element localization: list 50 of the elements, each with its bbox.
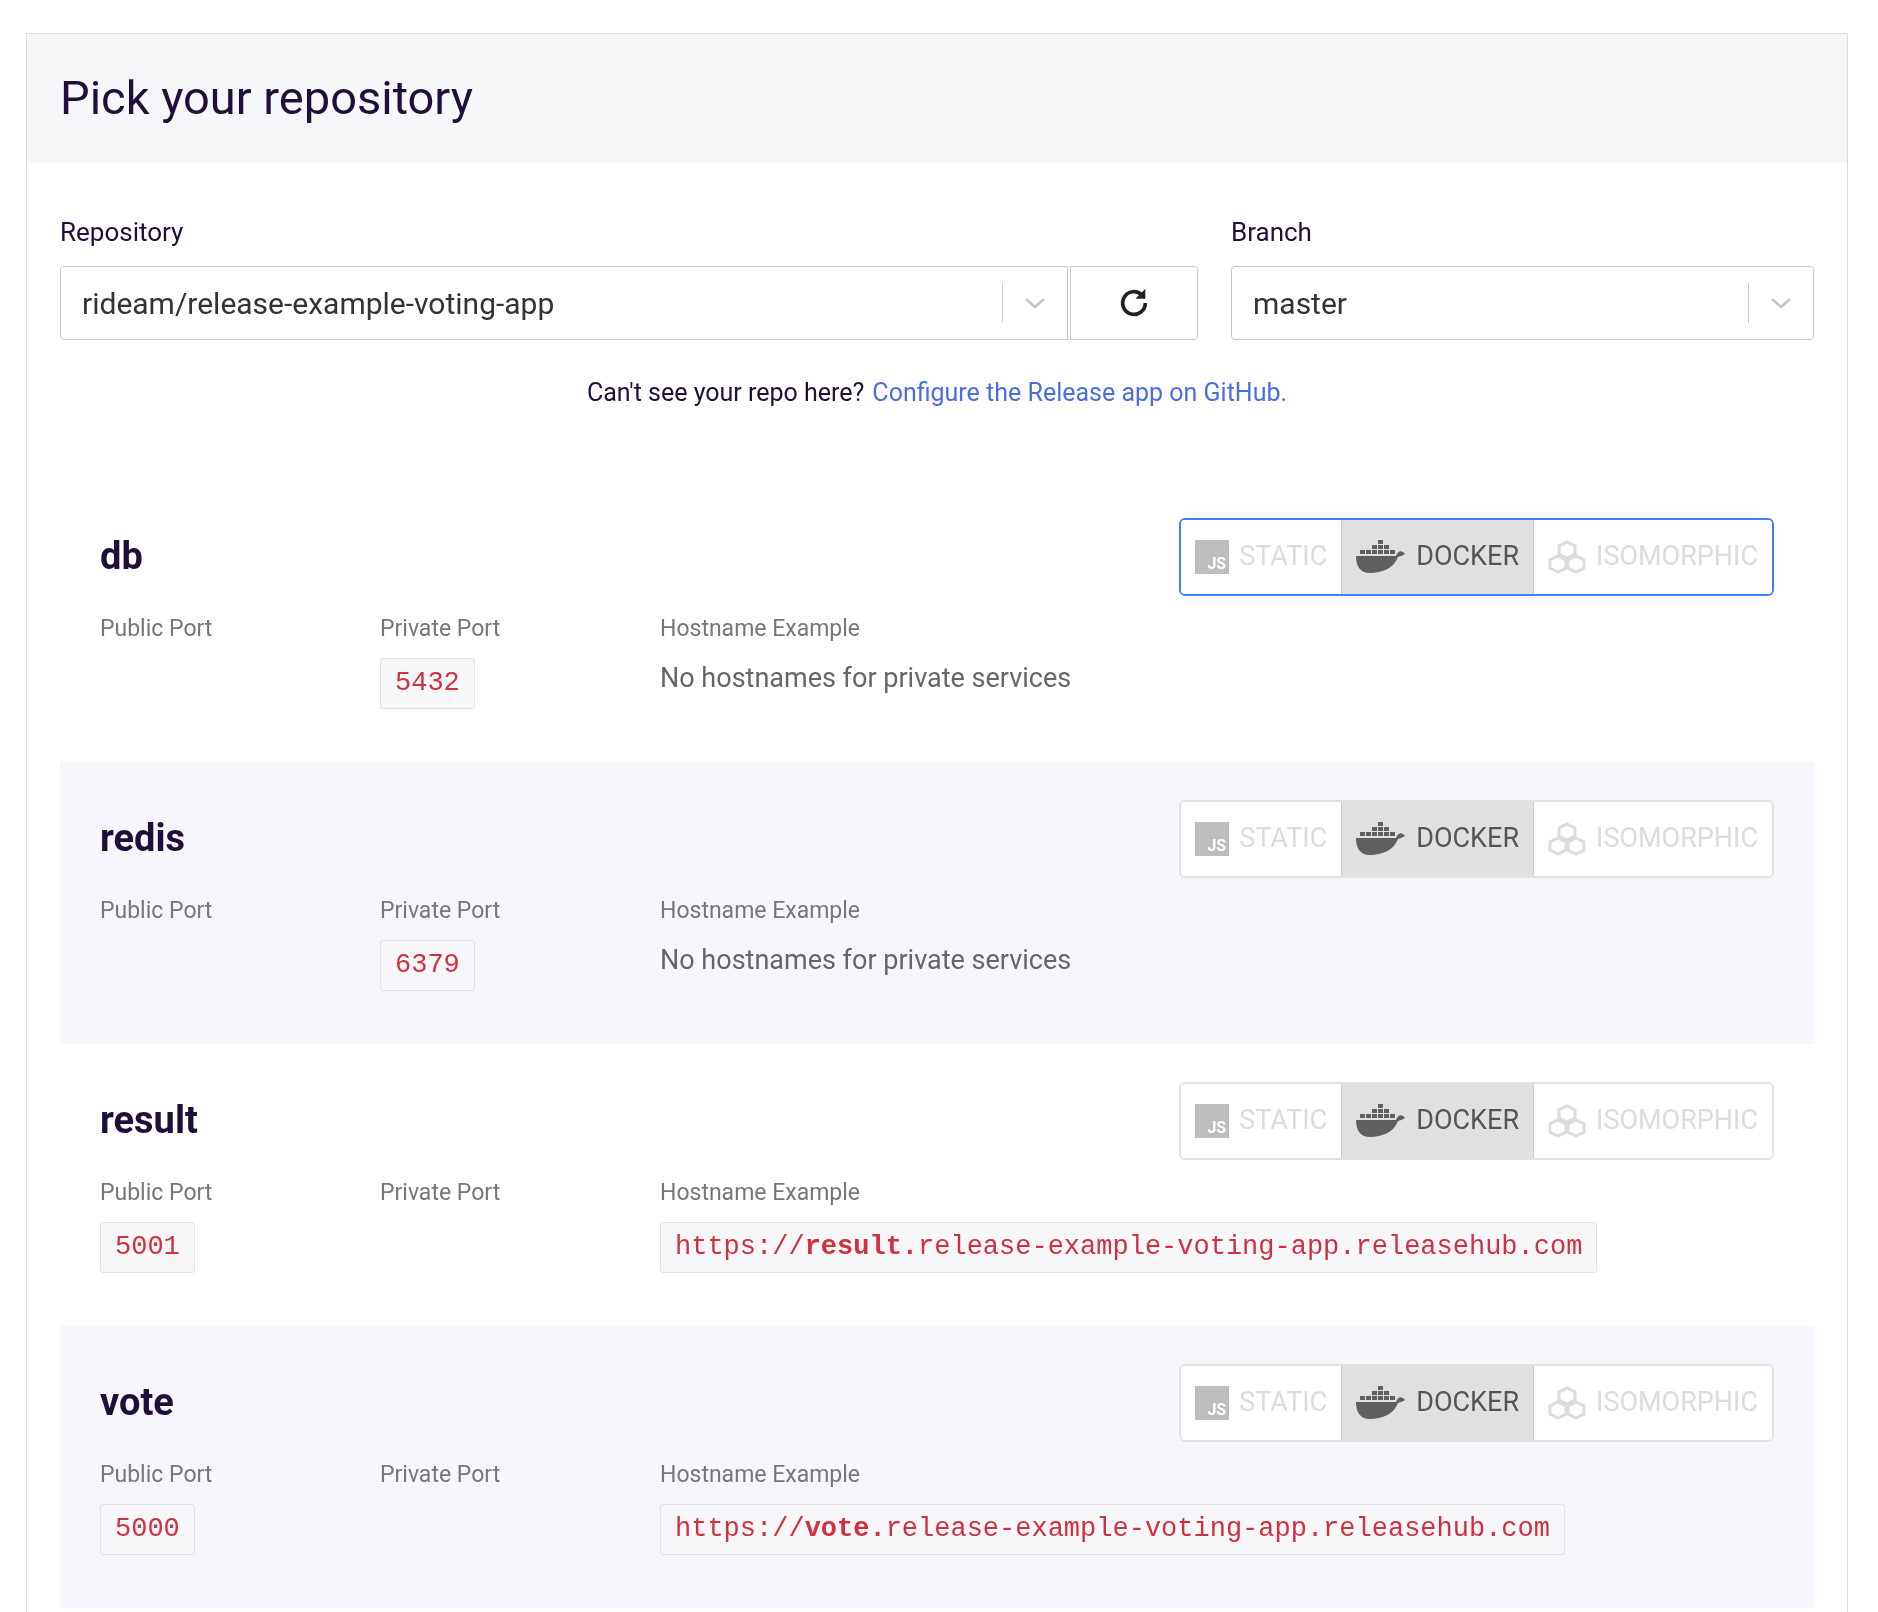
js-logo-icon: JS [1195,1103,1230,1138]
column-label: Public Port [100,1177,213,1208]
port-number: 5000 [100,1504,195,1555]
build-type-option[interactable]: DOCKER [1341,519,1534,594]
repository-select[interactable]: rideam/release-example-voting-app [60,266,1068,340]
service-name: result [100,1097,198,1144]
port-number: 5432 [380,658,475,709]
field-label: Repository [60,216,185,249]
service-name: vote [100,1379,174,1426]
cubes-icon [1548,1103,1587,1138]
port-number: 6379 [380,940,475,991]
chevron-down-icon [1769,296,1793,310]
service-name: redis [100,815,186,862]
branch-select[interactable]: master [1231,266,1814,340]
column-label: Public Port [100,613,213,644]
hostname-note: No hostnames for private services [660,661,1072,696]
column-label: Hostname Example [660,895,861,926]
build-type-option[interactable]: DOCKER [1341,1083,1534,1158]
column-label: Public Port [100,895,213,926]
cubes-icon [1548,1385,1587,1420]
whale-icon [1356,539,1407,574]
help-text: Can't see your repo here? [586,377,865,409]
column-label: Private Port [380,1177,501,1208]
service-name: db [100,533,143,580]
configure-link[interactable]: Configure the Release app on GitHub. [872,374,1288,412]
column-label: Private Port [380,613,501,644]
port-number: 5001 [100,1222,195,1273]
page-title: Pick your repository [60,69,473,128]
build-type-option[interactable]: DOCKER [1341,1365,1534,1440]
column-label: Public Port [100,1459,213,1490]
build-type-option[interactable]: DOCKER [1341,801,1534,876]
whale-icon [1356,1385,1407,1420]
whale-icon [1356,1103,1407,1138]
hostname-example: https://vote.release-example-voting-app.releasehub.com [660,1504,1565,1555]
whale-icon [1356,821,1407,856]
column-label: Hostname Example [660,1459,861,1490]
js-logo-icon: JS [1195,1385,1230,1420]
cubes-icon [1548,821,1587,856]
hostname-example: https://result.release-example-voting-app.releasehub.com [660,1222,1598,1273]
column-label: Private Port [380,895,501,926]
hostname-note: No hostnames for private services [660,943,1072,978]
refresh-button[interactable] [1070,266,1198,340]
js-logo-icon: JS [1195,821,1230,856]
field-label: Branch [1231,216,1313,249]
cubes-icon [1548,539,1587,574]
js-logo-icon: JS [1195,539,1230,574]
chevron-down-icon [1023,296,1047,310]
column-label: Private Port [380,1459,501,1490]
column-label: Hostname Example [660,1177,861,1208]
column-label: Hostname Example [660,613,861,644]
